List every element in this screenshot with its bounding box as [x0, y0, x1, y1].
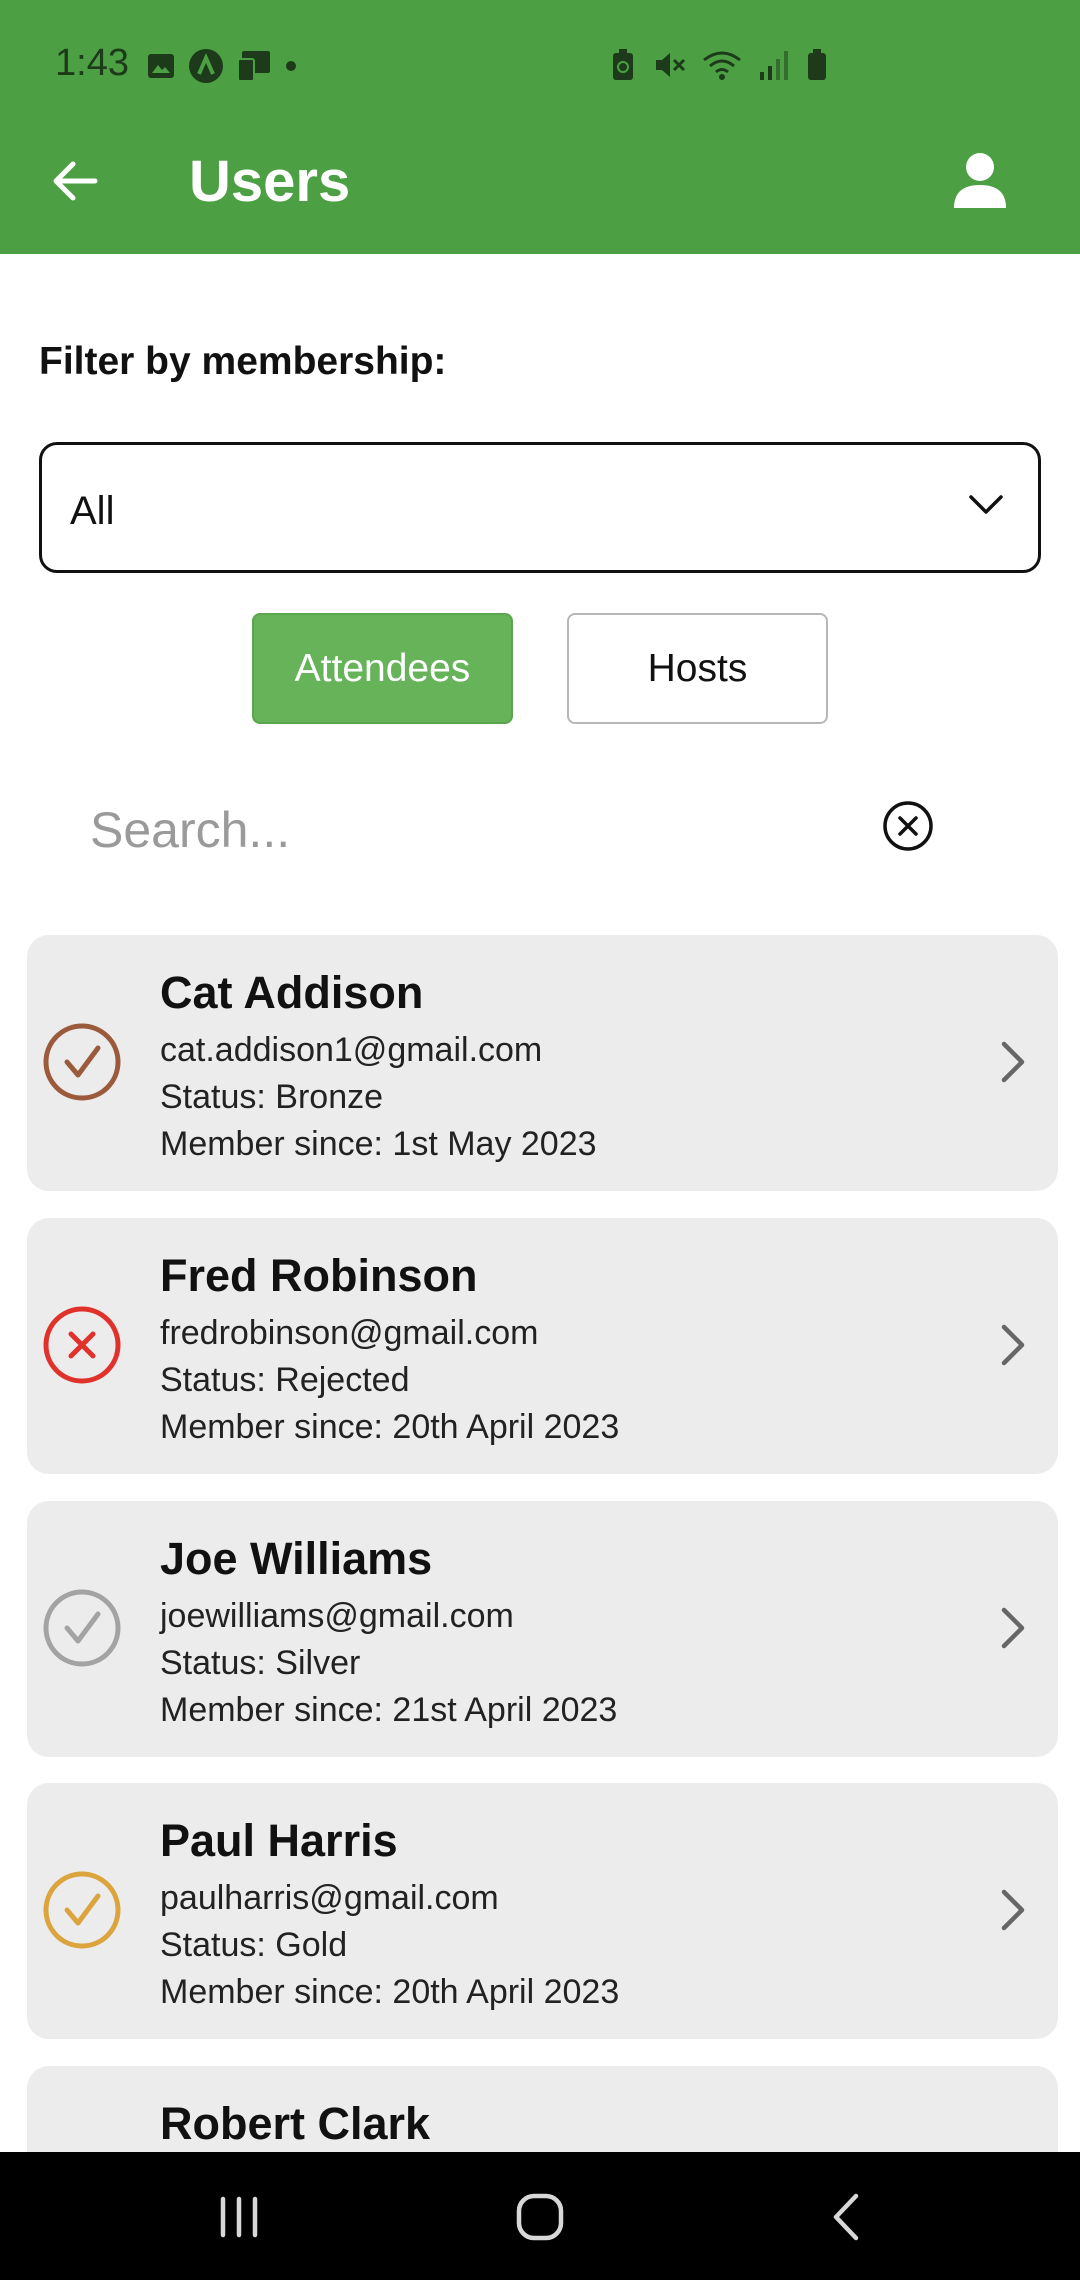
user-email: fredrobinson@gmail.com — [160, 1314, 539, 1352]
check-circle-icon — [43, 1589, 121, 1667]
user-name: Paul Harris — [160, 1815, 398, 1866]
x-circle-icon — [43, 1306, 121, 1384]
system-nav-bar — [0, 2152, 1080, 2280]
gallery-icon — [148, 54, 174, 78]
user-status: Status: Gold — [160, 1926, 348, 1964]
user-card[interactable]: Paul Harris paulharris@gmail.com Status:… — [27, 1783, 1058, 2039]
user-card[interactable]: Cat Addison cat.addison1@gmail.com Statu… — [27, 935, 1058, 1191]
home-button[interactable] — [495, 2182, 585, 2252]
user-member-since: Member since: 20th April 2023 — [160, 1408, 620, 1446]
membership-select[interactable]: All — [39, 442, 1041, 573]
user-email: joewilliams@gmail.com — [160, 1597, 514, 1635]
back-chevron-icon — [833, 2193, 859, 2241]
user-name: Fred Robinson — [160, 1250, 478, 1301]
cast-icon — [237, 51, 270, 82]
membership-select-value: All — [70, 489, 115, 533]
search-input[interactable] — [90, 790, 850, 870]
check-circle-icon — [43, 1023, 121, 1101]
app-badge-icon — [189, 49, 223, 83]
user-card[interactable]: Fred Robinson fredrobinson@gmail.com Sta… — [27, 1218, 1058, 1474]
signal-icon — [760, 51, 788, 80]
home-icon — [516, 2193, 564, 2241]
battery-icon — [808, 49, 826, 80]
clear-search-icon[interactable] — [882, 800, 934, 852]
chevron-right-icon — [1001, 1041, 1025, 1083]
attendees-tab[interactable]: Attendees — [252, 613, 513, 724]
chevron-right-icon — [1001, 1889, 1025, 1931]
back-nav-button[interactable] — [800, 2182, 890, 2252]
user-email: cat.addison1@gmail.com — [160, 1031, 543, 1069]
recents-icon — [220, 2196, 258, 2238]
check-circle-icon — [43, 1871, 121, 1949]
status-bar: 1:43 — [0, 0, 1080, 128]
user-name: Robert Clark — [160, 2098, 431, 2149]
status-time: 1:43 — [55, 42, 129, 84]
profile-button[interactable] — [945, 148, 1015, 214]
user-member-since: Member since: 1st May 2023 — [160, 1125, 597, 1163]
app-bar: 1:43 Users — [0, 0, 1080, 254]
user-member-since: Member since: 21st April 2023 — [160, 1691, 618, 1729]
filter-label: Filter by membership: — [39, 340, 447, 383]
user-status: Status: Bronze — [160, 1078, 384, 1116]
page-title: Users — [189, 149, 351, 214]
recent-apps-button[interactable] — [194, 2182, 284, 2252]
user-email: paulharris@gmail.com — [160, 1879, 499, 1917]
chevron-right-icon — [1001, 1607, 1025, 1649]
chevron-down-icon — [969, 495, 1003, 514]
system-icons — [610, 48, 828, 82]
chevron-right-icon — [1001, 1324, 1025, 1366]
user-name: Cat Addison — [160, 967, 424, 1018]
arrow-left-icon — [53, 161, 98, 201]
battery-saver-icon — [613, 49, 633, 80]
wifi-icon — [703, 51, 741, 80]
user-member-since: Member since: 20th April 2023 — [160, 1973, 620, 2011]
mute-icon — [656, 53, 686, 77]
user-status: Status: Silver — [160, 1644, 361, 1682]
person-icon — [954, 153, 1006, 208]
hosts-tab[interactable]: Hosts — [567, 613, 828, 724]
back-button[interactable] — [40, 150, 110, 212]
notification-icons — [146, 48, 298, 84]
dot-icon — [286, 61, 296, 71]
user-card[interactable]: Joe Williams joewilliams@gmail.com Statu… — [27, 1501, 1058, 1757]
user-name: Joe Williams — [160, 1533, 433, 1584]
user-status: Status: Rejected — [160, 1361, 410, 1399]
